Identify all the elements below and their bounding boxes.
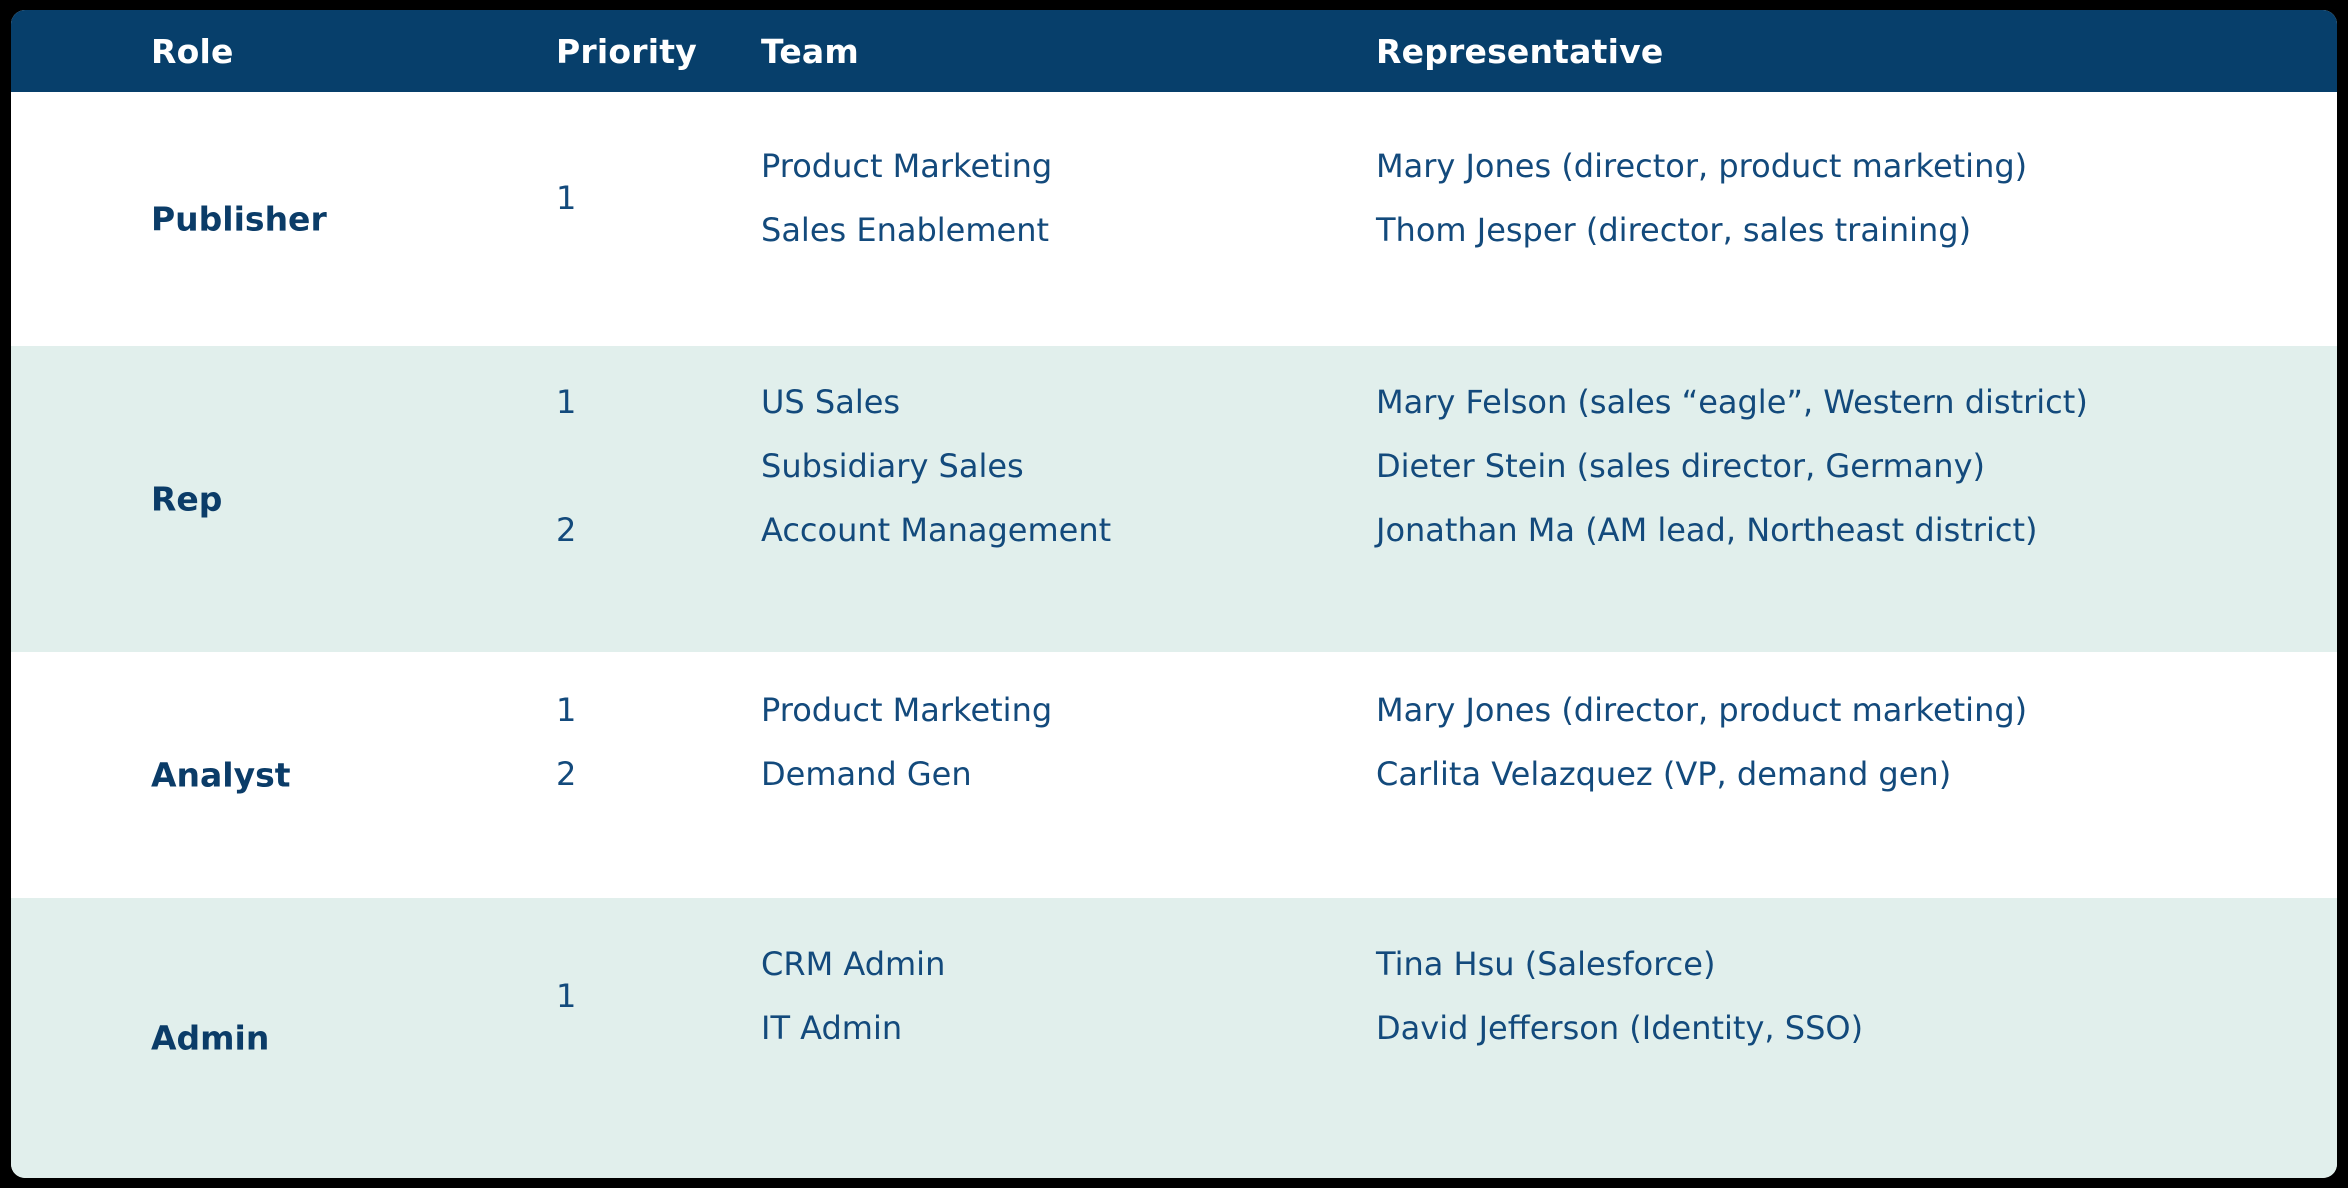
- table-row: Product Marketing Mary Jones (director, …: [11, 682, 2337, 738]
- team-cell: Product Marketing: [761, 147, 1053, 185]
- table-row: Demand Gen Carlita Velazquez (VP, demand…: [11, 746, 2337, 802]
- representative-cell: Mary Felson (sales “eagle”, Western dist…: [1376, 383, 2088, 421]
- representative-cell: Mary Jones (director, product marketing): [1376, 147, 2028, 185]
- team-cell: Subsidiary Sales: [761, 447, 1024, 485]
- table-row: CRM Admin Tina Hsu (Salesforce): [11, 936, 2337, 992]
- table-section-rep: Rep 1 2 US Sales Mary Felson (sales “eag…: [11, 346, 2337, 652]
- representative-cell: Tina Hsu (Salesforce): [1376, 945, 1716, 983]
- table-row: IT Admin David Jefferson (Identity, SSO): [11, 1000, 2337, 1056]
- table-header-row: Role Priority Team Representative: [11, 10, 2337, 92]
- representative-cell: David Jefferson (Identity, SSO): [1376, 1009, 1864, 1047]
- team-cell: CRM Admin: [761, 945, 946, 983]
- team-cell: Product Marketing: [761, 691, 1053, 729]
- column-header-team[interactable]: Team: [761, 10, 1351, 92]
- representative-cell: Jonathan Ma (AM lead, Northeast district…: [1376, 511, 2038, 549]
- table-row: Product Marketing Mary Jones (director, …: [11, 138, 2337, 194]
- column-header-representative[interactable]: Representative: [1376, 10, 2306, 92]
- representative-cell: Mary Jones (director, product marketing): [1376, 691, 2028, 729]
- table-body: Publisher 1 Product Marketing Mary Jones…: [11, 92, 2337, 1178]
- table-row: US Sales Mary Felson (sales “eagle”, Wes…: [11, 374, 2337, 430]
- table-section-admin: Admin 1 CRM Admin Tina Hsu (Salesforce) …: [11, 898, 2337, 1178]
- table-row: Sales Enablement Thom Jesper (director, …: [11, 202, 2337, 258]
- representative-cell: Thom Jesper (director, sales training): [1376, 211, 1972, 249]
- column-header-priority[interactable]: Priority: [556, 10, 736, 92]
- table-section-publisher: Publisher 1 Product Marketing Mary Jones…: [11, 92, 2337, 346]
- table-row: Account Management Jonathan Ma (AM lead,…: [11, 502, 2337, 558]
- table-row: Subsidiary Sales Dieter Stein (sales dir…: [11, 438, 2337, 494]
- team-cell: Demand Gen: [761, 755, 972, 793]
- team-cell: Sales Enablement: [761, 211, 1050, 249]
- team-cell: Account Management: [761, 511, 1112, 549]
- representative-cell: Carlita Velazquez (VP, demand gen): [1376, 755, 1952, 793]
- page-root: Role Priority Team Representative Publis…: [0, 0, 2348, 1188]
- representative-cell: Dieter Stein (sales director, Germany): [1376, 447, 1985, 485]
- team-cell: US Sales: [761, 383, 901, 421]
- team-cell: IT Admin: [761, 1009, 903, 1047]
- roles-table: Role Priority Team Representative Publis…: [11, 10, 2337, 1178]
- column-header-role[interactable]: Role: [151, 10, 531, 92]
- table-section-analyst: Analyst 1 2 Product Marketing Mary Jones…: [11, 652, 2337, 898]
